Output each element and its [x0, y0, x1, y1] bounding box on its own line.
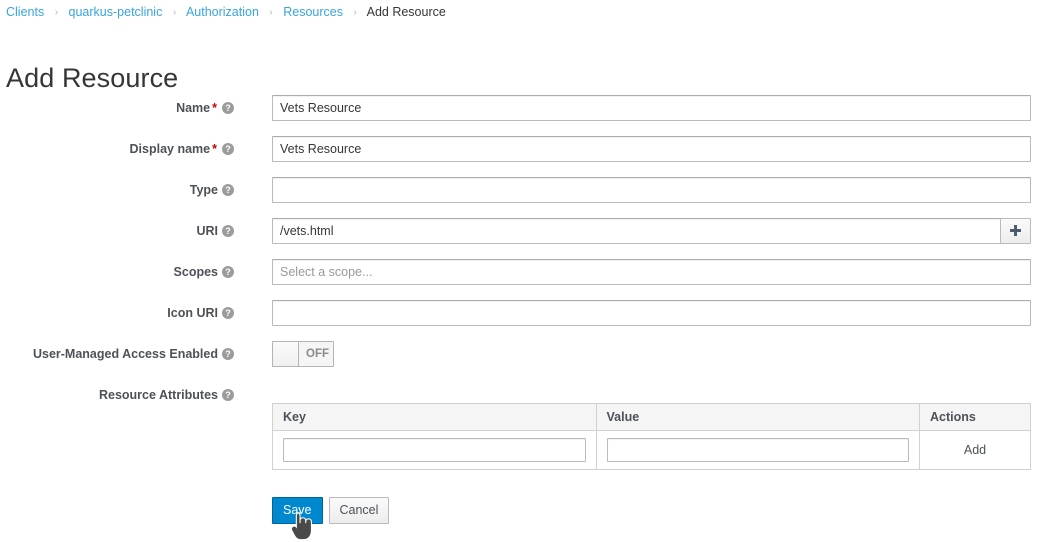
help-icon[interactable]: ?: [222, 225, 234, 237]
form-row-display-name: Display name *?: [0, 136, 1047, 177]
form-row-name: Name *?: [0, 95, 1047, 136]
table-row: Add: [272, 430, 1031, 470]
attribute-key-input[interactable]: [283, 438, 586, 462]
resource-attributes-table: Key Value Actions Add: [272, 403, 1031, 470]
cancel-button[interactable]: Cancel: [328, 497, 390, 524]
toggle-handle: [273, 342, 299, 366]
column-header-value: Value: [596, 403, 920, 431]
label-resource-attributes: Resource Attributes?: [99, 388, 234, 402]
label-name-text: Name: [176, 101, 211, 115]
attribute-value-input[interactable]: [606, 438, 909, 462]
label-uri: URI?: [196, 224, 234, 238]
breadcrumb-item-resources[interactable]: Resources: [283, 5, 343, 19]
help-icon[interactable]: ?: [222, 389, 234, 401]
table-header-row: Key Value Actions: [272, 403, 1031, 431]
help-icon[interactable]: ?: [222, 184, 234, 196]
label-type: Type?: [190, 183, 234, 197]
label-scopes: Scopes?: [174, 265, 234, 279]
type-input[interactable]: [272, 177, 1031, 203]
help-icon[interactable]: ?: [222, 348, 234, 360]
add-uri-button[interactable]: [1000, 218, 1031, 244]
form-row-uma: User-Managed Access Enabled? OFF: [0, 341, 1047, 382]
breadcrumb-item-authorization[interactable]: Authorization: [186, 5, 259, 19]
column-header-actions: Actions: [919, 403, 1031, 431]
label-icon-uri: Icon URI?: [167, 306, 234, 320]
help-icon[interactable]: ?: [222, 143, 234, 155]
control-uri: [272, 218, 1031, 244]
label-uma-text: User-Managed Access Enabled: [32, 347, 218, 361]
required-marker: *: [212, 101, 217, 115]
scopes-input[interactable]: [272, 259, 1031, 285]
breadcrumb-item-add-resource: Add Resource: [366, 5, 446, 19]
cell-actions: Add: [920, 431, 1031, 470]
control-type: [272, 177, 1031, 203]
column-header-key: Key: [272, 403, 597, 431]
label-uri-text: URI: [196, 224, 218, 238]
form-row-uri: URI?: [0, 218, 1047, 259]
label-display-name: Display name *?: [130, 142, 234, 156]
add-attribute-button[interactable]: Add: [920, 431, 1030, 469]
form-row-icon-uri: Icon URI?: [0, 300, 1047, 341]
uma-toggle-switch[interactable]: OFF: [272, 341, 334, 367]
cell-key: [272, 430, 597, 470]
label-display-name-text: Display name: [129, 142, 211, 156]
page-title: Add Resource: [6, 63, 179, 94]
label-uma: User-Managed Access Enabled?: [33, 347, 234, 361]
breadcrumb: Clients › quarkus-petclinic › Authorizat…: [6, 3, 446, 23]
breadcrumb-item-clients[interactable]: Clients: [6, 5, 44, 19]
save-button[interactable]: Save: [272, 497, 323, 524]
required-marker: *: [212, 142, 217, 156]
form-row-scopes: Scopes?: [0, 259, 1047, 300]
cell-value: [596, 430, 920, 470]
breadcrumb-separator-icon: ›: [172, 7, 177, 18]
control-name: [272, 95, 1031, 121]
breadcrumb-separator-icon: ›: [353, 7, 357, 18]
help-icon[interactable]: ?: [222, 307, 234, 319]
label-scopes-text: Scopes: [173, 265, 218, 279]
label-icon-uri-text: Icon URI: [167, 306, 218, 320]
breadcrumb-separator-icon: ›: [54, 7, 59, 18]
control-uma: OFF: [272, 341, 334, 372]
control-icon-uri: [272, 300, 1031, 326]
add-resource-form: Name*? Display name*? Type? URI?: [0, 95, 1047, 423]
toggle-state-label: OFF: [306, 348, 329, 360]
control-display-name: [272, 136, 1031, 162]
control-scopes: [272, 259, 1031, 285]
display-name-input[interactable]: [272, 136, 1031, 162]
label-name: Name *?: [176, 101, 234, 115]
name-input[interactable]: [272, 95, 1031, 121]
icon-uri-input[interactable]: [272, 300, 1031, 326]
breadcrumb-separator-icon: ›: [269, 7, 273, 18]
help-icon[interactable]: ?: [222, 266, 234, 278]
uri-input[interactable]: [272, 218, 1000, 244]
form-row-type: Type?: [0, 177, 1047, 218]
breadcrumb-item-quarkus-petclinic[interactable]: quarkus-petclinic: [69, 5, 163, 19]
label-resource-attributes-text: Resource Attributes: [98, 388, 218, 402]
label-type-text: Type: [189, 183, 218, 197]
plus-icon: [1010, 225, 1021, 236]
form-actions: Save Cancel: [272, 497, 390, 524]
help-icon[interactable]: ?: [222, 102, 234, 114]
